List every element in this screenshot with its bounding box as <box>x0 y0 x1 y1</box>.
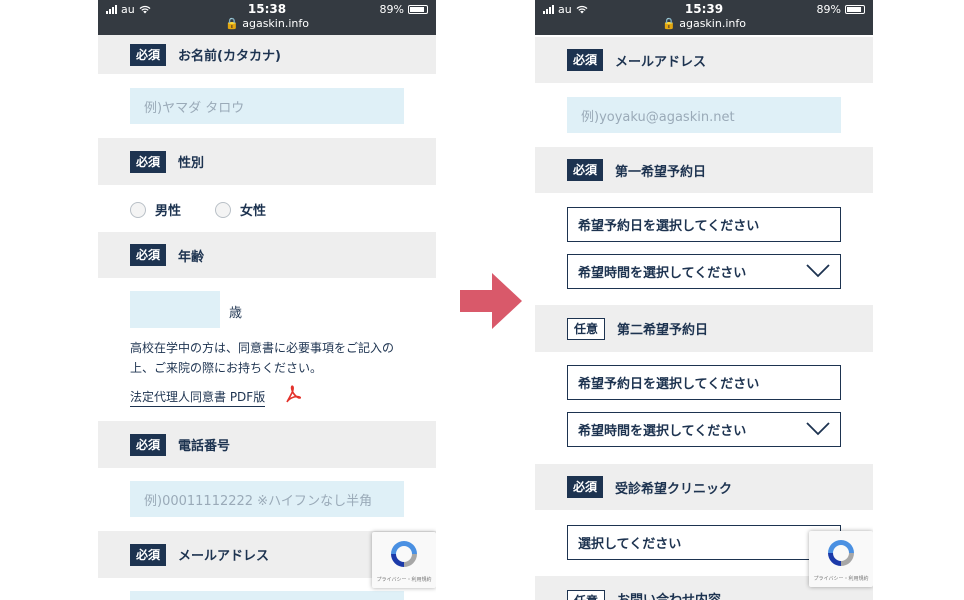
status-bar: au 15:38 🔒 agaskin.info 89% <box>98 0 436 35</box>
consent-pdf-link[interactable]: 法定代理人同意書 PDF版 <box>130 388 266 407</box>
left-phone-screen: au 15:38 🔒 agaskin.info 89% 必須 お名前(カタカナ)… <box>98 0 436 600</box>
required-badge: 必須 <box>130 150 167 173</box>
name-section-header: 必須 お名前(カタカナ) <box>98 35 436 74</box>
clinic-select-label: 選択してください <box>578 537 682 552</box>
battery-percent: 89% <box>379 3 404 16</box>
recaptcha-text: プライバシー・利用規約 <box>376 577 432 583</box>
female-radio[interactable] <box>215 201 232 218</box>
arrow-right-icon <box>460 273 522 329</box>
required-badge: 必須 <box>567 49 604 71</box>
age-note-line2: 上、ご来院の際にお持ちください。 <box>130 361 323 375</box>
second-time-select-label: 希望時間を選択してください <box>578 424 747 439</box>
age-note-line1: 高校在学中の方は、同意書に必要事項をご記入の <box>130 341 395 355</box>
clinic-label: 受診希望クリニック <box>615 481 733 497</box>
inquiry-label: お問い合わせ内容 <box>617 590 721 600</box>
gender-radio-group: 男性 女性 <box>130 200 266 219</box>
required-badge: 必須 <box>130 543 167 566</box>
name-label: お名前(カタカナ) <box>178 49 281 64</box>
first-choice-section-header: 必須 第一希望予約日 <box>535 147 873 193</box>
required-badge: 必須 <box>567 476 604 498</box>
first-date-select-label: 希望予約日を選択してください <box>578 219 760 234</box>
female-label: 女性 <box>240 204 267 219</box>
email-label: メールアドレス <box>615 54 707 70</box>
age-note: 高校在学中の方は、同意書に必要事項をご記入の 上、ご来院の際にお持ちください。 <box>130 338 394 378</box>
recaptcha-text: プライバシー・利用規約 <box>813 576 869 582</box>
second-choice-section-header: 任意 第二希望予約日 <box>535 305 873 352</box>
email-input[interactable] <box>130 591 404 600</box>
recaptcha-badge[interactable]: プライバシー・利用規約 <box>809 531 873 587</box>
age-label: 年齢 <box>178 249 205 265</box>
battery-icon <box>845 5 865 14</box>
required-badge: 必須 <box>130 433 167 456</box>
optional-badge: 任意 <box>567 317 606 340</box>
required-badge: 必須 <box>130 43 167 66</box>
age-input[interactable] <box>130 291 220 328</box>
male-label: 男性 <box>155 204 182 219</box>
optional-badge: 任意 <box>567 590 606 600</box>
pdf-icon[interactable] <box>285 385 301 403</box>
email-input[interactable]: 例)yoyaku@agaskin.net <box>567 97 841 133</box>
gender-label: 性別 <box>178 156 205 171</box>
email-label: メールアドレス <box>178 549 270 564</box>
name-input[interactable]: 例)ヤマダ タロウ <box>130 88 404 124</box>
email-section-header: 必須 メールアドレス <box>535 37 873 83</box>
clinic-select[interactable]: 選択してください <box>567 525 841 560</box>
required-badge: 必須 <box>567 159 604 181</box>
clinic-section-header: 必須 受診希望クリニック <box>535 464 873 510</box>
phone-input[interactable]: 例)00011112222 ※ハイフンなし半角 <box>130 481 404 517</box>
url-bar[interactable]: 🔒 agaskin.info <box>98 17 436 30</box>
phone-label: 電話番号 <box>178 439 231 454</box>
gender-section-header: 必須 性別 <box>98 138 436 185</box>
battery-percent: 89% <box>816 3 841 16</box>
second-choice-label: 第二希望予約日 <box>617 323 709 338</box>
chevron-down-icon <box>806 264 830 278</box>
first-time-select-label: 希望時間を選択してください <box>578 266 747 281</box>
battery-icon <box>408 5 428 14</box>
recaptcha-icon <box>391 541 417 567</box>
url-text: agaskin.info <box>242 17 309 30</box>
age-unit: 歳 <box>229 306 243 321</box>
url-bar[interactable]: 🔒 agaskin.info <box>535 17 873 30</box>
second-date-select[interactable]: 希望予約日を選択してください <box>567 365 841 400</box>
status-bar: au 15:39 🔒 agaskin.info 89% <box>535 0 873 35</box>
first-choice-label: 第一希望予約日 <box>615 164 707 180</box>
age-section-header: 必須 年齢 <box>98 232 436 278</box>
recaptcha-icon <box>828 540 854 566</box>
phone-section-header: 必須 電話番号 <box>98 421 436 468</box>
male-radio[interactable] <box>130 201 146 218</box>
first-date-select[interactable]: 希望予約日を選択してください <box>567 207 841 242</box>
chevron-down-icon <box>806 422 830 436</box>
url-text: agaskin.info <box>679 17 746 30</box>
second-time-select[interactable]: 希望時間を選択してください <box>567 412 841 447</box>
right-phone-screen: au 15:39 🔒 agaskin.info 89% 必須 メールアドレス 例… <box>535 0 873 600</box>
first-time-select[interactable]: 希望時間を選択してください <box>567 254 841 289</box>
recaptcha-badge[interactable]: プライバシー・利用規約 <box>372 532 436 588</box>
required-badge: 必須 <box>130 244 167 266</box>
second-date-select-label: 希望予約日を選択してください <box>578 377 760 392</box>
